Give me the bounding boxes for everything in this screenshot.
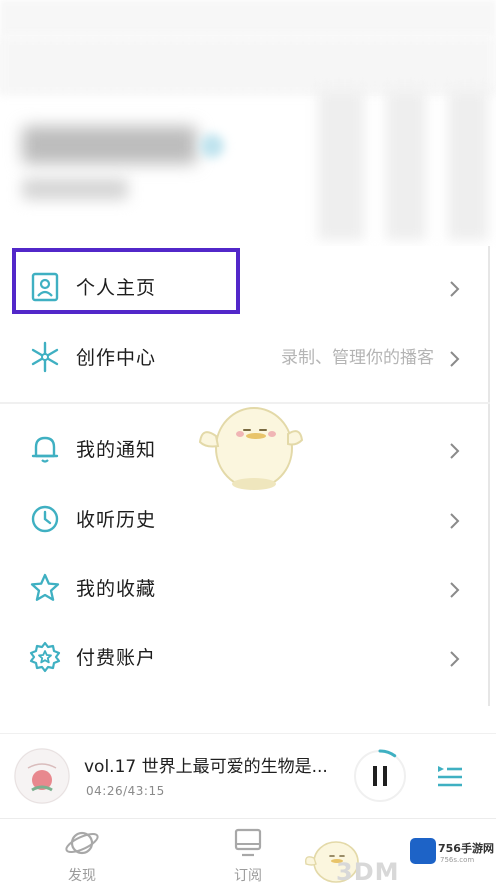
mascot-illustration <box>198 407 304 490</box>
menu-item-label: 收听历史 <box>76 509 157 531</box>
menu-item-favorites[interactable]: 我的收藏 <box>0 557 490 621</box>
bell-icon <box>28 432 62 466</box>
menu-item-label: 付费账户 <box>76 647 157 669</box>
menu-item-hint: 录制、管理你的播客 <box>281 348 434 368</box>
chevron-right-icon <box>450 513 460 529</box>
menu-item-label: 我的收藏 <box>76 578 157 600</box>
menu-item-paid-account[interactable]: 付费账户 <box>0 626 490 690</box>
profile-subtitle-blurred <box>22 178 128 200</box>
album-cover-icon[interactable] <box>14 748 70 804</box>
clock-icon <box>28 502 62 536</box>
pause-button[interactable] <box>352 748 408 804</box>
pause-icon <box>373 766 377 786</box>
profile-stat-blurred <box>386 90 426 240</box>
chevron-right-icon <box>450 582 460 598</box>
menu-item-label: 我的通知 <box>76 439 157 461</box>
status-bar <box>0 0 496 36</box>
profile-badge-blurred <box>200 134 224 158</box>
tab-label: 订阅 <box>234 868 262 884</box>
watermark-3dm: 3DM <box>336 858 400 885</box>
menu-item-creator-center[interactable]: 创作中心 录制、管理你的播客 <box>0 326 490 390</box>
menu-item-history[interactable]: 收听历史 <box>0 488 490 552</box>
watermark-logo <box>410 838 436 864</box>
chevron-right-icon <box>450 651 460 667</box>
screen-icon <box>234 828 262 857</box>
chevron-right-icon <box>450 281 460 297</box>
tab-subscribe[interactable]: 订阅 <box>208 819 288 885</box>
mini-player[interactable]: vol.17 世界上最可爱的生物是... 04:26/43:15 <box>0 733 496 815</box>
tab-discover[interactable]: 发现 <box>42 819 122 885</box>
playlist-icon[interactable] <box>432 758 466 792</box>
profile-name-blurred <box>22 126 197 164</box>
profile-stat-blurred <box>318 90 364 240</box>
highlight-annotation <box>12 248 240 314</box>
menu-item-label: 创作中心 <box>76 347 157 369</box>
profile-stat-blurred <box>448 90 488 240</box>
track-time: 04:26/43:15 <box>86 784 165 798</box>
tab-label: 发现 <box>68 868 96 884</box>
badge-icon <box>28 640 62 674</box>
chevron-right-icon <box>450 443 460 459</box>
sparkle-icon <box>28 340 62 374</box>
header-banner <box>0 36 496 96</box>
watermark-url: 756s.com <box>440 856 475 864</box>
watermark-site: 756手游网 <box>438 842 494 855</box>
chevron-right-icon <box>450 351 460 367</box>
track-title[interactable]: vol.17 世界上最可爱的生物是... <box>84 752 328 777</box>
planet-icon <box>65 831 99 855</box>
star-icon <box>28 571 62 605</box>
